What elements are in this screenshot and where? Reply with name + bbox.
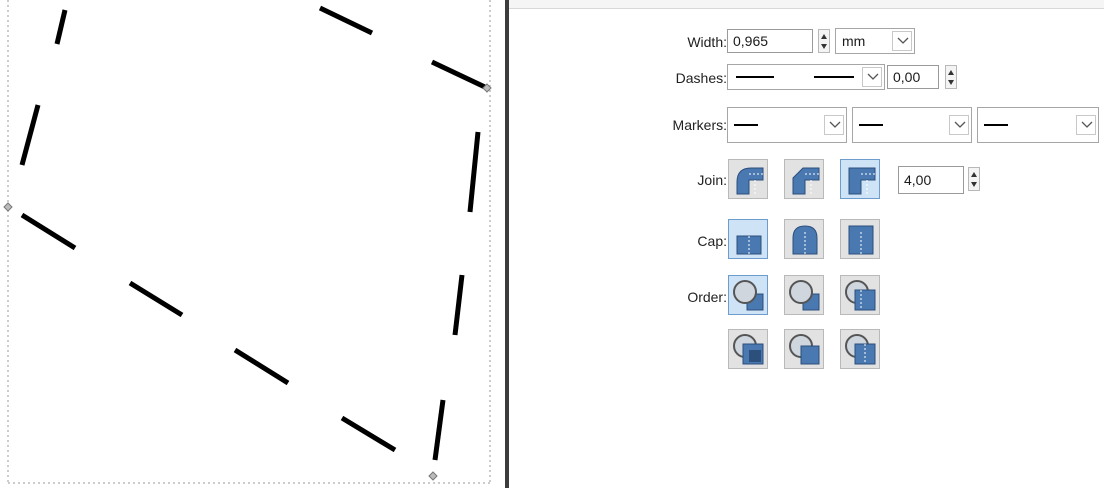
node-handle <box>3 202 13 212</box>
bevel-join-button[interactable] <box>784 159 824 199</box>
path-dash <box>432 399 446 461</box>
dash-offset-spinner[interactable] <box>945 65 957 89</box>
mid-marker-select[interactable] <box>852 107 972 143</box>
order-fill-stroke-markers-button[interactable] <box>728 275 768 315</box>
unit-value: mm <box>842 33 866 49</box>
miter-limit-value: 4,00 <box>904 172 932 188</box>
chevron-down-icon[interactable] <box>949 115 969 135</box>
spin-up-icon[interactable] <box>971 172 977 177</box>
order-markers-stroke-fill-button[interactable] <box>840 329 880 369</box>
dashes-label: Dashes: <box>675 70 727 86</box>
path-dash <box>318 5 374 36</box>
cap-label: Cap: <box>697 233 727 249</box>
bevel-join-icon <box>792 167 820 195</box>
butt-cap-button[interactable] <box>728 219 768 259</box>
path-dash <box>233 347 290 386</box>
panel-tab-strip <box>509 0 1104 9</box>
spin-up-icon[interactable] <box>948 70 954 75</box>
path-dash <box>20 212 77 251</box>
end-marker-select[interactable] <box>977 107 1099 143</box>
spin-down-icon[interactable] <box>948 80 954 85</box>
dashed-quadrilateral-path[interactable] <box>0 0 500 488</box>
order-icon <box>845 280 876 311</box>
order-stroke-markers-fill-button[interactable] <box>784 329 824 369</box>
order-markers-fill-stroke-button[interactable] <box>728 329 768 369</box>
butt-cap-icon <box>736 235 762 255</box>
miter-join-button[interactable] <box>840 159 880 199</box>
round-join-icon <box>736 167 764 195</box>
start-marker-select[interactable] <box>727 107 847 143</box>
order-fill-markers-stroke-button[interactable] <box>840 275 880 315</box>
order-icon <box>789 334 820 365</box>
chevron-down-icon[interactable] <box>892 31 912 51</box>
order-icon <box>733 334 764 365</box>
unit-select[interactable]: mm <box>835 28 915 54</box>
dash-pattern-select[interactable] <box>727 64 885 90</box>
order-label: Order: <box>687 289 727 305</box>
spin-down-icon[interactable] <box>821 44 827 49</box>
path-dash <box>128 280 184 318</box>
dash-offset-value: 0,00 <box>893 69 921 85</box>
drawing-canvas[interactable] <box>0 0 500 488</box>
square-cap-icon <box>848 225 874 255</box>
miter-limit-spinner[interactable] <box>968 167 980 191</box>
width-input[interactable]: 0,965 <box>727 29 813 53</box>
node-handle <box>428 471 438 481</box>
dash-pattern-preview <box>736 76 854 78</box>
stroke-style-panel: Width: 0,965 mm Dashes: 0,00 Markers: Jo… <box>509 0 1104 488</box>
order-stroke-fill-markers-button[interactable] <box>784 275 824 315</box>
chevron-down-icon[interactable] <box>862 67 882 87</box>
path-dash <box>452 274 465 336</box>
chevron-down-icon[interactable] <box>1076 115 1096 135</box>
marker-preview <box>734 124 758 126</box>
marker-preview <box>859 124 883 126</box>
marker-preview <box>984 124 1008 126</box>
order-icon <box>733 280 764 311</box>
chevron-down-icon[interactable] <box>824 115 844 135</box>
path-dash <box>54 9 68 45</box>
width-label: Width: <box>687 34 727 50</box>
round-join-button[interactable] <box>728 159 768 199</box>
spin-up-icon[interactable] <box>821 34 827 39</box>
path-dash <box>430 59 489 91</box>
markers-label: Markers: <box>672 117 727 133</box>
miter-limit-input[interactable]: 4,00 <box>898 166 964 194</box>
path-dash <box>19 104 41 166</box>
width-value: 0,965 <box>733 33 769 49</box>
dash-offset-input[interactable]: 0,00 <box>887 65 939 89</box>
square-cap-button[interactable] <box>840 219 880 259</box>
spin-down-icon[interactable] <box>971 182 977 187</box>
round-cap-button[interactable] <box>784 219 824 259</box>
width-spinner[interactable] <box>818 29 830 53</box>
order-icon <box>845 334 876 365</box>
round-cap-icon <box>792 225 818 255</box>
miter-join-icon <box>848 167 876 195</box>
path-dash <box>467 131 481 213</box>
path-dash <box>340 415 397 453</box>
order-icon <box>789 280 820 311</box>
join-label: Join: <box>697 172 727 188</box>
